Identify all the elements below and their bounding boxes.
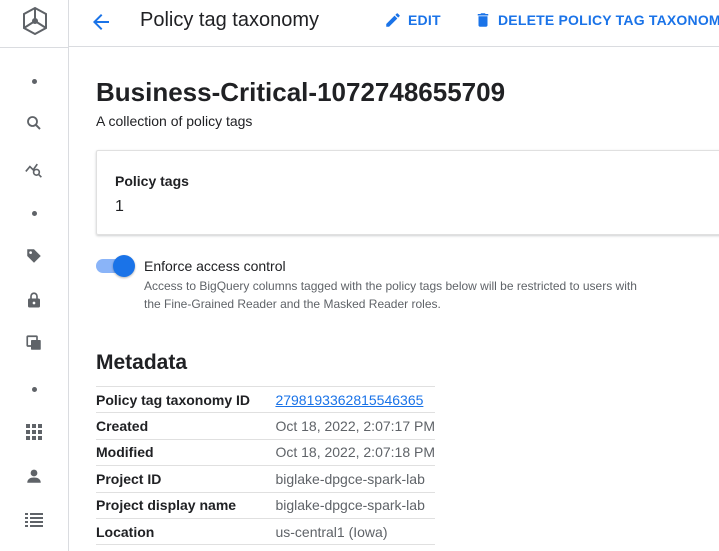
table-row: Policy tag taxonomy ID 27981933628155463… bbox=[96, 385, 435, 413]
metadata-key: Project display name bbox=[96, 491, 276, 519]
taxonomy-description: A collection of policy tags bbox=[96, 113, 253, 129]
taxonomy-id-link[interactable]: 2798193362815546365 bbox=[275, 385, 435, 413]
nav-dot bbox=[32, 211, 37, 216]
policy-tags-card: Policy tags 1 bbox=[96, 150, 719, 235]
table-row: Created Oct 18, 2022, 2:07:17 PM bbox=[96, 412, 435, 440]
metadata-title: Metadata bbox=[96, 351, 188, 374]
enforce-access-label: Enforce access control bbox=[144, 258, 286, 274]
person-icon[interactable] bbox=[22, 464, 46, 488]
page-title: Policy tag taxonomy bbox=[140, 9, 319, 31]
delete-button-label: DELETE POLICY TAG TAXONOMY bbox=[498, 12, 719, 28]
nav-dot bbox=[32, 387, 37, 392]
trash-icon bbox=[477, 13, 489, 27]
taxonomy-name: Business-Critical-1072748655709 bbox=[96, 77, 506, 107]
insights-icon[interactable] bbox=[22, 157, 46, 181]
table-row: Project ID biglake-dpgce-spark-lab bbox=[96, 465, 435, 493]
metadata-value: us-central1 (Iowa) bbox=[275, 517, 435, 546]
pencil-icon bbox=[386, 13, 400, 27]
table-row: Project display name biglake-dpgce-spark… bbox=[96, 491, 435, 519]
policy-tags-count: 1 bbox=[115, 198, 124, 215]
tag-icon[interactable] bbox=[22, 244, 46, 268]
left-nav-rail bbox=[0, 0, 69, 551]
policy-tags-label: Policy tags bbox=[115, 173, 189, 189]
edit-button-label: EDIT bbox=[408, 12, 441, 28]
metadata-key: Policy tag taxonomy ID bbox=[96, 385, 276, 413]
metadata-key: Location bbox=[96, 517, 276, 546]
apps-icon[interactable] bbox=[22, 420, 46, 444]
enforce-access-toggle[interactable] bbox=[96, 254, 136, 278]
metadata-value: Oct 18, 2022, 2:07:17 PM bbox=[275, 412, 435, 440]
metadata-key: Created bbox=[96, 412, 276, 440]
metadata-value: Oct 18, 2022, 2:07:18 PM bbox=[275, 438, 435, 466]
metadata-table: Policy tag taxonomy ID 27981933628155463… bbox=[96, 385, 435, 546]
metadata-key: Project ID bbox=[96, 465, 276, 493]
rail-divider bbox=[0, 47, 69, 48]
page-header: Policy tag taxonomy EDIT DELETE POLICY T… bbox=[69, 0, 719, 47]
metadata-value: biglake-dpgce-spark-lab bbox=[275, 491, 435, 519]
copy-icon[interactable] bbox=[22, 331, 46, 355]
metadata-value: biglake-dpgce-spark-lab bbox=[275, 465, 435, 493]
lock-icon[interactable] bbox=[22, 288, 46, 312]
search-icon[interactable] bbox=[22, 111, 46, 135]
nav-dot bbox=[32, 79, 37, 84]
table-row: Location us-central1 (Iowa) bbox=[96, 517, 435, 546]
delete-taxonomy-button[interactable]: DELETE POLICY TAG TAXONOMY bbox=[474, 11, 719, 29]
dataplex-logo[interactable] bbox=[21, 6, 49, 36]
list-icon[interactable] bbox=[22, 508, 46, 532]
table-row: Modified Oct 18, 2022, 2:07:18 PM bbox=[96, 438, 435, 466]
back-arrow-icon[interactable] bbox=[89, 10, 113, 34]
enforce-access-help: Access to BigQuery columns tagged with t… bbox=[144, 279, 637, 311]
edit-button[interactable]: EDIT bbox=[384, 11, 441, 29]
metadata-key: Modified bbox=[96, 438, 276, 466]
toggle-thumb bbox=[113, 255, 135, 277]
